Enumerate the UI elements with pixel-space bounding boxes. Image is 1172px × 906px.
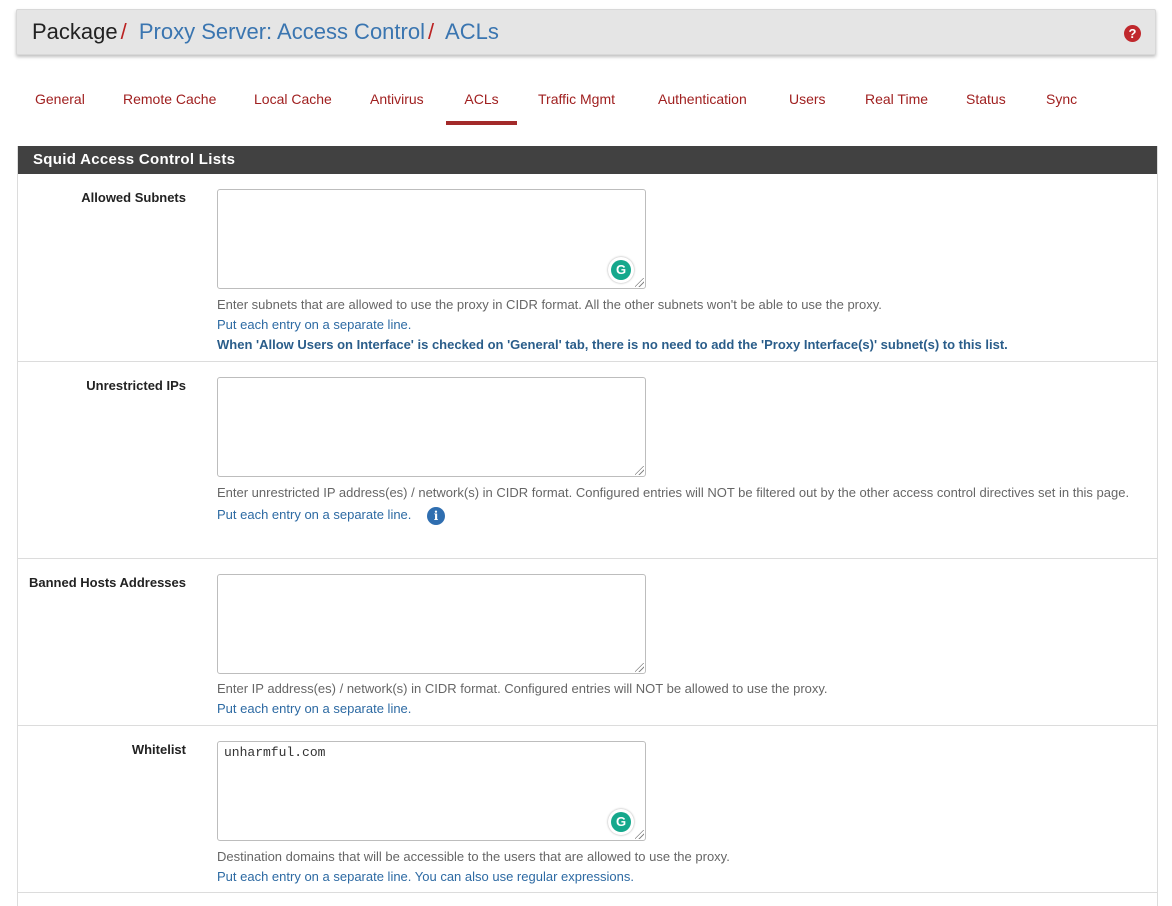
tab-remote-cache[interactable]: Remote Cache (123, 80, 216, 125)
question-circle-icon[interactable]: ? (1124, 25, 1141, 42)
breadcrumb-link-acls[interactable]: ACLs (445, 19, 499, 44)
tab-general[interactable]: General (35, 80, 85, 125)
help-text-line: Put each entry on a separate line. (217, 317, 412, 332)
field-label: Unrestricted IPs (86, 378, 186, 393)
tab-users[interactable]: Users (789, 80, 826, 125)
tab-local-cache[interactable]: Local Cache (254, 80, 332, 125)
tab-acls[interactable]: ACLs (446, 80, 517, 125)
field-label: Allowed Subnets (81, 190, 186, 205)
acl-panel: Squid Access Control Lists Allowed Subne… (17, 146, 1158, 906)
help-text-line: Put each entry on a separate line. (217, 507, 412, 522)
field-label: Whitelist (131, 742, 186, 757)
info-icon[interactable]: i (427, 506, 446, 525)
help-text: Enter subnets that are allowed to use th… (217, 297, 882, 312)
help-text: Enter IP address(es) / network(s) in CID… (217, 681, 828, 696)
help-note: When 'Allow Users on Interface' is check… (217, 337, 1008, 352)
form-row-allowed-subnets: Allowed Subnets G Enter subnets that are… (18, 174, 1157, 362)
help-text: Destination domains that will be accessi… (217, 849, 730, 864)
breadcrumb-link-proxy-access-control[interactable]: Proxy Server: Access Control (139, 19, 425, 44)
breadcrumb: Package / Proxy Server: Access Control / A… (32, 20, 499, 44)
help-text-line: Put each entry on a separate line. You c… (217, 869, 634, 884)
help-text-line: Put each entry on a separate line. (217, 701, 412, 716)
form-row-unrestricted-ips: Unrestricted IPs Enter unrestricted IP a… (18, 362, 1157, 559)
field-help: Enter unrestricted IP address(es) / netw… (217, 483, 1142, 525)
tab-status[interactable]: Status (966, 80, 1006, 125)
help-text: Enter unrestricted IP address(es) / netw… (217, 485, 1130, 500)
banned-hosts-textarea[interactable] (217, 574, 646, 674)
field-help: Enter IP address(es) / network(s) in CID… (217, 679, 1142, 719)
allowed-subnets-textarea[interactable] (217, 189, 646, 289)
tab-sync[interactable]: Sync (1046, 80, 1077, 125)
breadcrumb-separator: / (427, 19, 435, 44)
whitelist-textarea[interactable]: unharmful.com (217, 741, 646, 841)
breadcrumb-separator: / (120, 19, 127, 44)
field-label: Banned Hosts Addresses (28, 575, 186, 590)
field-help: Enter subnets that are allowed to use th… (217, 295, 1142, 355)
tab-authentication[interactable]: Authentication (658, 80, 747, 125)
tab-real-time[interactable]: Real Time (865, 80, 928, 125)
field-help: Destination domains that will be accessi… (217, 847, 1142, 887)
form-row-banned-hosts: Banned Hosts Addresses Enter IP address(… (18, 559, 1157, 726)
breadcrumb-root: Package (32, 19, 118, 44)
unrestricted-ips-textarea[interactable] (217, 377, 646, 477)
help-text-line-wrap: Put each entry on a separate line. i (217, 505, 1142, 525)
tab-traffic-mgmt[interactable]: Traffic Mgmt (538, 80, 615, 125)
tab-bar: General Remote Cache Local Cache Antivir… (16, 80, 1156, 125)
panel-title: Squid Access Control Lists (18, 146, 1157, 174)
tab-antivirus[interactable]: Antivirus (370, 80, 424, 125)
page-header: Package / Proxy Server: Access Control / A… (16, 9, 1156, 55)
form-row-whitelist: Whitelist unharmful.com G Destination do… (18, 726, 1157, 893)
